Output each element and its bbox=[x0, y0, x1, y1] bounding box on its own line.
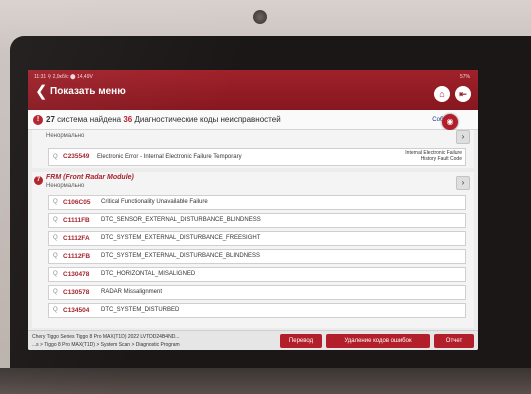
module-status: Ненормально bbox=[46, 133, 85, 139]
exit-icon[interactable]: ⇤ bbox=[455, 86, 471, 102]
dtc-code: C106C05 bbox=[63, 199, 91, 206]
dtc-description: DTC_SYSTEM_DISTURBED bbox=[101, 307, 180, 313]
camera-lens bbox=[253, 10, 267, 24]
home-icon[interactable]: ⌂ bbox=[434, 86, 450, 102]
dtc-row[interactable]: Q C106C05 Critical Functionality Unavail… bbox=[48, 195, 466, 210]
dtc-code: C235549 bbox=[63, 153, 90, 160]
summary-text-2: Диагностические коды неисправностей bbox=[132, 115, 281, 124]
app-header: 11:31 ⚲ 2,0кб/с ⬤ 14,49V 57% ❮ Показать … bbox=[28, 70, 478, 110]
translate-button[interactable]: Перевод bbox=[280, 334, 322, 348]
scan-summary: ! 27 система найдена 36 Диагностические … bbox=[28, 110, 478, 130]
dtc-row[interactable]: Q C1111FB DTC_SENSOR_EXTERNAL_DISTURBANC… bbox=[48, 213, 466, 228]
dtc-code: C130478 bbox=[63, 271, 90, 278]
module-index-badge: 7 bbox=[34, 176, 43, 185]
footer-bar: Chery Tiggo Series Tiggo 8 Pro MAX(T1D) … bbox=[28, 330, 478, 350]
breadcrumb: ...s > Tiggo 8 Pro MAX(T1D) > System Sca… bbox=[32, 342, 180, 348]
dtc-row[interactable]: Q C1112FA DTC_SYSTEM_EXTERNAL_DISTURBANC… bbox=[48, 231, 466, 246]
dtc-status-line2: History Fault Code bbox=[420, 156, 462, 162]
dtc-code: C1112FA bbox=[63, 235, 90, 242]
module-expand-button[interactable]: › bbox=[456, 176, 470, 190]
module-card-frm: 7 FRM (Front Radar Module) Ненормально ›… bbox=[32, 172, 474, 328]
camera-icon[interactable]: ◉ bbox=[442, 114, 458, 130]
module-card: Ненормально › Q C235549 Electronic Error… bbox=[32, 130, 474, 168]
dtc-description: DTC_SYSTEM_EXTERNAL_DISTURBANCE_BLINDNES… bbox=[101, 253, 261, 259]
dtc-row[interactable]: Q C134504 DTC_SYSTEM_DISTURBED bbox=[48, 303, 466, 318]
screen: 11:31 ⚲ 2,0кб/с ⬤ 14,49V 57% ❮ Показать … bbox=[28, 70, 478, 350]
dtc-description: DTC_SENSOR_EXTERNAL_DISTURBANCE_BLINDNES… bbox=[101, 217, 261, 223]
vehicle-line: Chery Tiggo Series Tiggo 8 Pro MAX(T1D) … bbox=[32, 334, 180, 340]
battery-level: 57% bbox=[459, 74, 470, 80]
dtc-row[interactable]: Q C130578 RADAR Missalignment bbox=[48, 285, 466, 300]
status-bar: 11:31 ⚲ 2,0кб/с ⬤ 14,49V 57% bbox=[34, 73, 474, 82]
module-name: FRM (Front Radar Module) bbox=[46, 174, 134, 181]
warning-icon: ! bbox=[33, 115, 43, 125]
search-icon: Q bbox=[53, 217, 58, 223]
dtc-description: Critical Functionality Unavailable Failu… bbox=[101, 199, 208, 205]
dtc-code: C1112FB bbox=[63, 253, 91, 260]
module-status: Ненормально bbox=[46, 183, 85, 189]
dtc-row[interactable]: Q C235549 Electronic Error - Internal El… bbox=[48, 148, 466, 166]
dtc-code: C1111FB bbox=[63, 217, 90, 224]
search-icon: Q bbox=[53, 307, 58, 313]
clear-codes-button[interactable]: Удаление кодов ошибок bbox=[326, 334, 430, 348]
summary-text: 27 система найдена 36 Диагностические ко… bbox=[46, 110, 281, 130]
dtc-description: Electronic Error - Internal Electronic F… bbox=[97, 154, 242, 160]
search-icon: Q bbox=[53, 235, 58, 241]
search-icon: Q bbox=[53, 289, 58, 295]
dtc-description: RADAR Missalignment bbox=[101, 289, 163, 295]
device-photo: 11:31 ⚲ 2,0кб/с ⬤ 14,49V 57% ❮ Показать … bbox=[0, 0, 531, 394]
dtc-code: C134504 bbox=[63, 307, 90, 314]
dtc-row[interactable]: Q C130478 DTC_HORIZONTAL_MISALIGNED bbox=[48, 267, 466, 282]
search-icon: Q bbox=[53, 154, 58, 160]
report-button[interactable]: Отчет bbox=[434, 334, 474, 348]
dtc-code: C130578 bbox=[63, 289, 90, 296]
vehicle-info: Chery Tiggo Series Tiggo 8 Pro MAX(T1D) … bbox=[32, 333, 180, 349]
dtc-description: DTC_HORIZONTAL_MISALIGNED bbox=[101, 271, 196, 277]
search-icon: Q bbox=[53, 199, 58, 205]
codes-count: 36 bbox=[123, 115, 133, 124]
search-icon: Q bbox=[53, 253, 58, 259]
dtc-status: Internal Electronic Failure History Faul… bbox=[405, 150, 462, 162]
systems-count: 27 bbox=[46, 115, 55, 124]
module-expand-button[interactable]: › bbox=[456, 130, 470, 144]
search-icon: Q bbox=[53, 271, 58, 277]
status-bar-left: 11:31 ⚲ 2,0кб/с ⬤ 14,49V bbox=[34, 74, 93, 80]
dtc-row[interactable]: Q C1112FB DTC_SYSTEM_EXTERNAL_DISTURBANC… bbox=[48, 249, 466, 264]
dtc-description: DTC_SYSTEM_EXTERNAL_DISTURBANCE_FREESIGH… bbox=[101, 235, 261, 241]
summary-text-1: система найдена bbox=[54, 115, 124, 124]
dtc-list[interactable]: Ненормально › Q C235549 Electronic Error… bbox=[28, 130, 478, 330]
page-title: Показать меню bbox=[50, 86, 126, 97]
back-arrow-icon[interactable]: ❮ bbox=[35, 83, 48, 101]
device-bottom-frame bbox=[0, 368, 531, 394]
